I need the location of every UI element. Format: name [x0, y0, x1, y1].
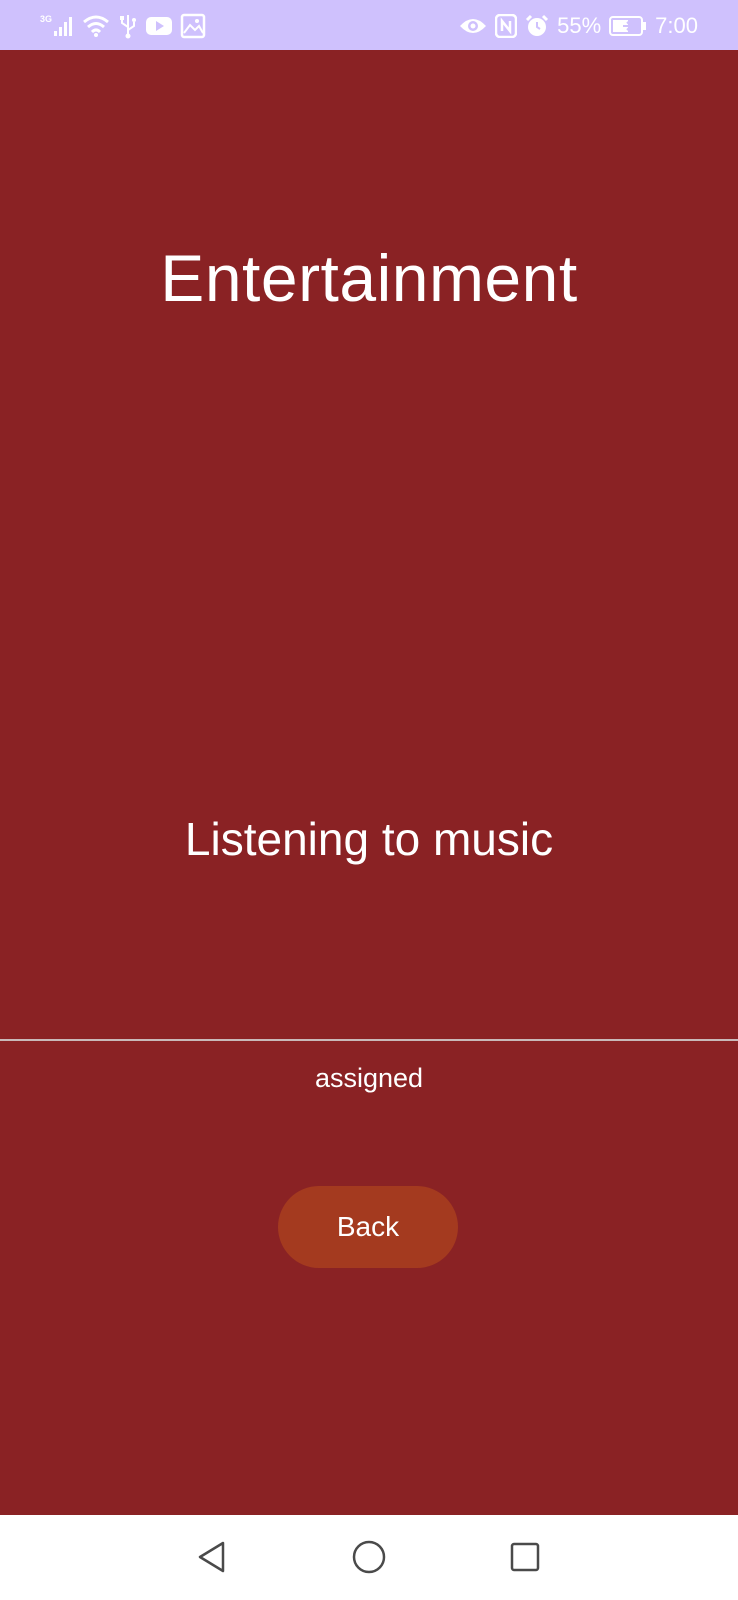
back-button[interactable]: Back	[278, 1186, 458, 1268]
gallery-icon	[180, 13, 206, 39]
status-bar-left: 3G	[40, 12, 206, 40]
nfc-icon	[495, 14, 518, 38]
youtube-icon	[146, 16, 172, 36]
divider	[0, 1039, 738, 1041]
back-triangle-icon[interactable]	[192, 1537, 232, 1577]
alarm-icon	[525, 14, 549, 38]
battery-icon	[609, 15, 647, 37]
home-circle-icon[interactable]	[349, 1537, 389, 1577]
eye-icon	[459, 16, 487, 36]
activity-label: Listening to music	[184, 813, 554, 865]
navigation-bar	[0, 1515, 738, 1600]
status-bar: 3G 55% 7:00	[0, 0, 738, 50]
battery-percent: 55%	[557, 13, 602, 38]
screen: 3G 55% 7:00 Entertainment Listening to m…	[0, 0, 738, 1600]
page-title: Entertainment	[160, 241, 578, 315]
recents-square-icon[interactable]	[505, 1537, 545, 1577]
network-type-label: 3G	[40, 14, 52, 24]
usb-icon	[118, 13, 138, 39]
status-label: assigned	[314, 1063, 424, 1093]
signal-icon: 3G	[40, 13, 74, 39]
wifi-icon	[82, 14, 110, 38]
clock: 7:00	[655, 13, 698, 38]
status-bar-right: 55% 7:00	[459, 12, 698, 40]
